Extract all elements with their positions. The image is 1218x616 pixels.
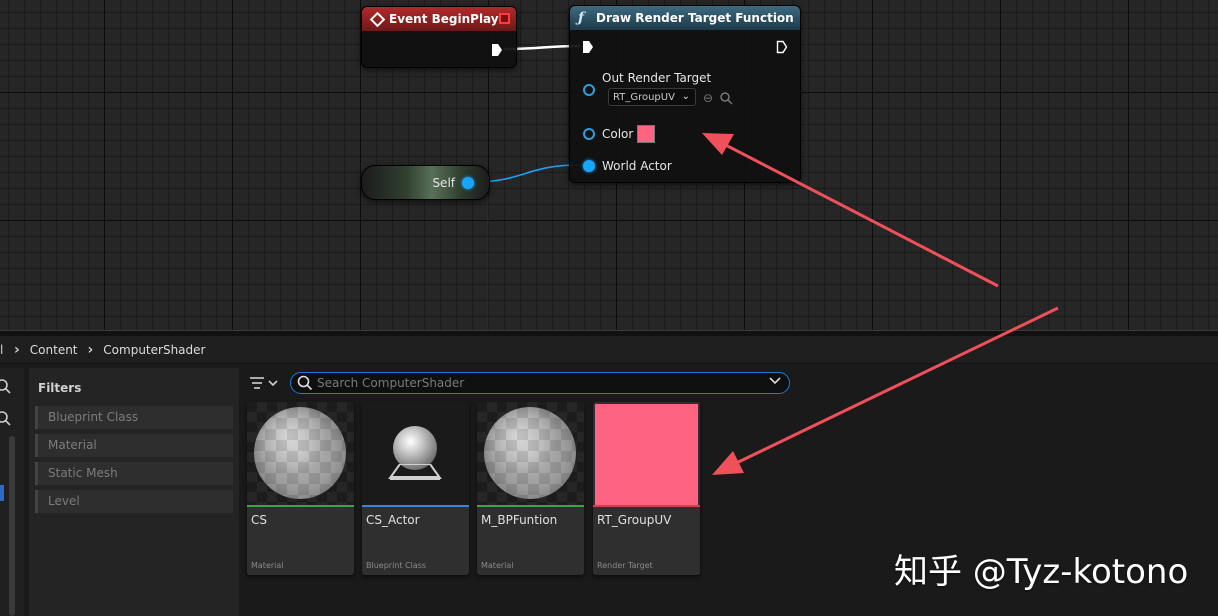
color-label: Color (602, 127, 634, 141)
search-icon (297, 375, 313, 391)
draw-render-target-function-node[interactable]: ƒ Draw Render Target Function Out Render… (569, 5, 801, 183)
asset-type-color-bar (593, 505, 700, 507)
material-sphere-thumbnail (254, 407, 346, 499)
function-icon: ƒ (578, 10, 585, 26)
asset-type-color-bar (477, 505, 584, 507)
use-selected-asset-icon[interactable]: ⊖ (701, 91, 715, 105)
render-target-asset-picker[interactable]: RT_GroupUV ⌄ (608, 88, 696, 106)
self-label: Self (432, 176, 455, 190)
asset-thumbnail (477, 402, 584, 505)
asset-name: M_BPFuntion (481, 513, 558, 527)
self-reference-node[interactable]: Self (361, 165, 490, 200)
filter-blueprint-class[interactable]: Blueprint Class (35, 406, 233, 429)
filter-options-icon[interactable] (248, 374, 282, 394)
asset-type: Blueprint Class (366, 561, 427, 570)
exec-arrow-filled-icon (583, 41, 593, 53)
function-node-title: Draw Render Target Function (596, 11, 794, 25)
search-icon[interactable] (0, 410, 12, 426)
search-history-chevron-down-icon[interactable] (769, 376, 781, 389)
render-target-color-thumbnail (595, 404, 698, 505)
material-sphere-thumbnail (484, 407, 576, 499)
asset-type: Material (251, 561, 284, 570)
asset-tile-m-bpfuntion[interactable]: M_BPFuntion Material (477, 402, 584, 575)
search-input[interactable] (317, 375, 757, 391)
asset-tile-cs[interactable]: CS Material (247, 402, 354, 575)
event-node-header[interactable]: Event BeginPlay (362, 7, 516, 31)
color-pin[interactable] (583, 128, 595, 140)
asset-tile-cs-actor[interactable]: CS_Actor Blueprint Class (362, 402, 469, 575)
exec-arrow-filled-icon (492, 44, 502, 56)
asset-thumbnail (593, 402, 700, 505)
sources-scrollbar[interactable] (9, 436, 15, 616)
unreal-editor: Event BeginPlay ƒ Draw Render Target Fun… (0, 0, 1218, 616)
filter-level[interactable]: Level (35, 490, 233, 513)
selected-folder-indicator (0, 485, 4, 501)
asset-name: CS_Actor (366, 513, 420, 527)
blueprint-graph[interactable]: Event BeginPlay ƒ Draw Render Target Fun… (0, 0, 1218, 330)
self-output-pin[interactable] (462, 177, 474, 189)
asset-type: Material (481, 561, 514, 570)
function-node-header[interactable]: ƒ Draw Render Target Function (570, 6, 800, 30)
asset-type-color-bar (247, 505, 354, 507)
breadcrumb-item-content[interactable]: Content (30, 343, 78, 357)
delegate-pin-icon[interactable] (499, 13, 510, 24)
search-row (248, 372, 808, 396)
filters-panel: Filters Blueprint Class Material Static … (29, 368, 239, 616)
color-swatch[interactable] (637, 125, 655, 143)
chevron-right-icon[interactable]: › (88, 342, 94, 358)
chevron-right-icon[interactable]: › (14, 342, 20, 358)
event-beginplay-node[interactable]: Event BeginPlay (361, 6, 517, 68)
world-actor-pin[interactable] (583, 160, 595, 172)
exec-arrow-outline-icon (776, 40, 788, 54)
chevron-down-icon: ⌄ (681, 91, 690, 102)
exec-out-pin[interactable] (491, 43, 503, 57)
asset-name: CS (251, 513, 267, 527)
breadcrumb: l › Content › ComputerShader (0, 336, 1218, 364)
breadcrumb-item-computershader[interactable]: ComputerShader (103, 343, 205, 357)
search-box[interactable] (290, 372, 790, 394)
breadcrumb-root-edge: l (0, 342, 4, 357)
event-diamond-icon (369, 11, 386, 27)
asset-type: Render Target (597, 561, 653, 570)
out-render-target-label: Out Render Target (602, 71, 712, 85)
exec-out-pin[interactable] (776, 40, 788, 54)
asset-type-color-bar (362, 505, 469, 507)
filter-static-mesh[interactable]: Static Mesh (35, 462, 233, 485)
asset-thumbnail (362, 402, 469, 505)
browse-asset-search-icon[interactable] (719, 91, 733, 105)
exec-in-pin[interactable] (582, 40, 594, 54)
asset-tile-rt-groupuv[interactable]: RT_GroupUV Render Target (593, 402, 700, 575)
actor-pedestal-icon (388, 464, 442, 480)
out-render-target-pin[interactable] (583, 84, 595, 96)
world-actor-label: World Actor (602, 159, 672, 173)
filters-title: Filters (38, 381, 82, 395)
event-node-title: Event BeginPlay (389, 12, 499, 26)
search-icon[interactable] (0, 378, 12, 394)
asset-name: RT_GroupUV (597, 513, 672, 527)
filter-material[interactable]: Material (35, 434, 233, 457)
sources-panel-collapsed (0, 368, 24, 616)
watermark-text: 知乎 @Tyz-kotono (894, 552, 1189, 592)
asset-thumbnail (247, 402, 354, 505)
render-target-asset-value: RT_GroupUV (613, 91, 675, 103)
